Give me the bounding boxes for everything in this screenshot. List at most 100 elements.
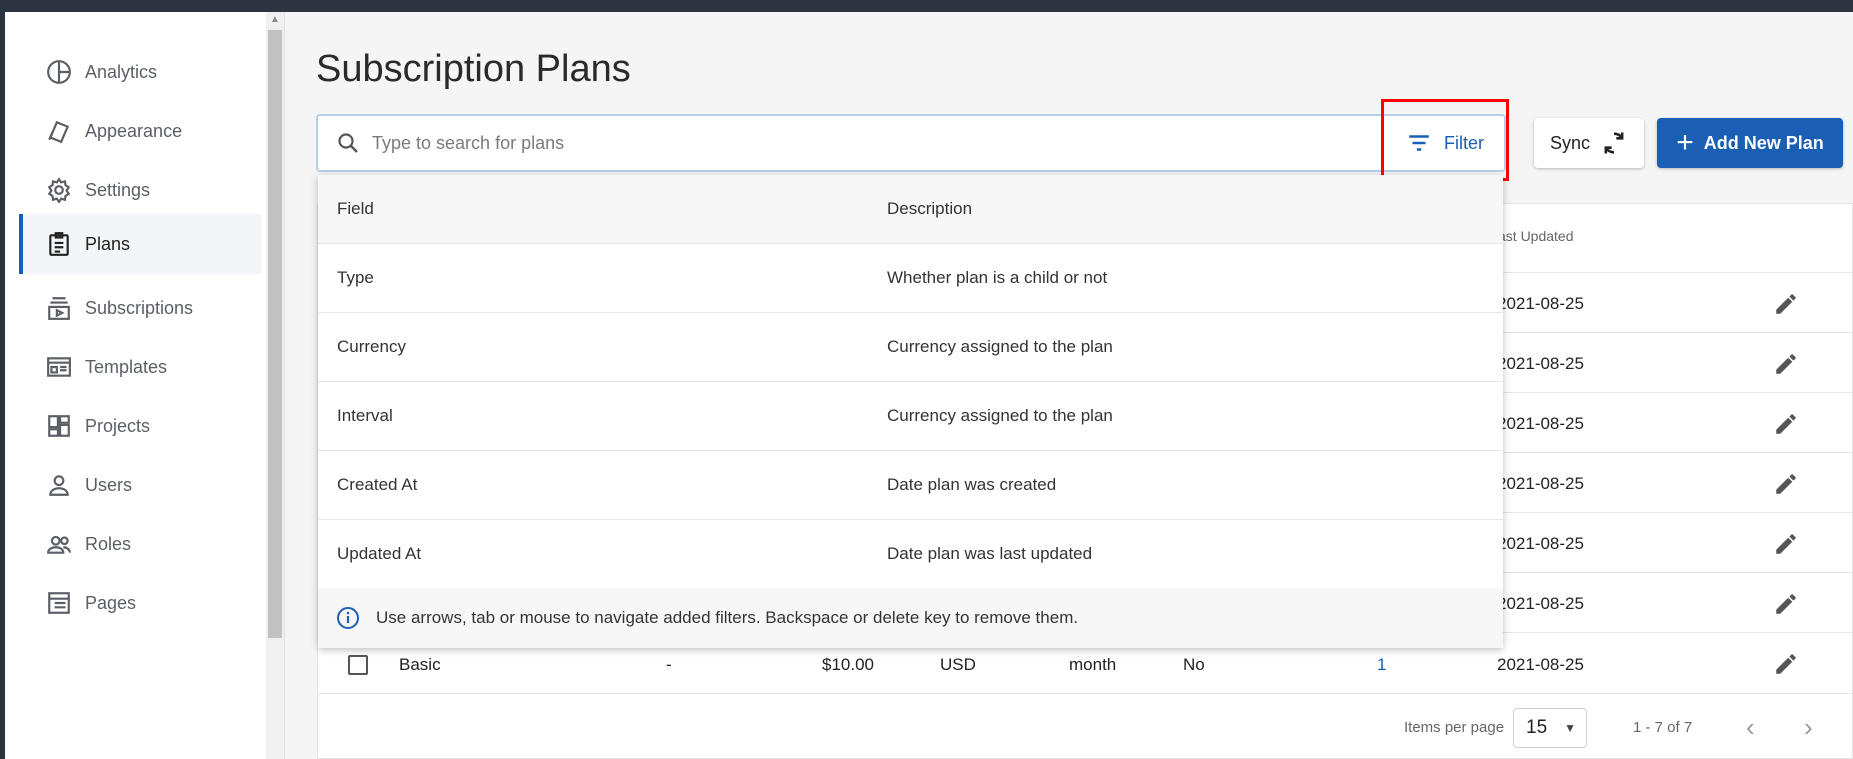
sidebar-item-label: Templates [85,356,168,377]
sidebar-item-settings[interactable]: Settings [19,160,261,220]
sidebar-item-plans[interactable]: Plans [19,214,261,274]
add-label: Add New Plan [1703,132,1824,153]
field-header: Field [337,199,374,218]
filter-dropdown: Field Description Type Whether plan is a… [318,175,1503,648]
filter-help-text: Use arrows, tab or mouse to navigate add… [376,608,1079,627]
filter-field: Created At [337,475,418,494]
search-input[interactable] [372,132,1272,154]
currency-cell: USD [940,655,976,674]
sidebar-item-roles[interactable]: Roles [19,514,261,574]
plus-icon: + [1676,126,1694,159]
sidebar-item-users[interactable]: Users [19,455,261,515]
appearance-icon [45,117,73,145]
filter-option[interactable]: Currency Currency assigned to the plan [318,313,1503,382]
count-cell[interactable]: 1 [1377,655,1386,675]
sidebar-item-label: Analytics [85,61,158,82]
page-range: 1 - 7 of 7 [1633,719,1693,736]
people-icon [45,530,73,558]
edit-icon[interactable] [1773,531,1799,557]
sync-icon [1604,132,1624,154]
last-updated-cell: 2021-08-25 [1497,594,1584,613]
items-per-page-value: 15 [1526,717,1548,738]
sidebar-item-label: Roles [85,533,132,554]
plan-name-cell: Basic [399,655,441,674]
last-updated-cell: 2021-08-25 [1497,294,1584,313]
last-updated-cell: 2021-08-25 [1497,414,1584,433]
child-cell: No [1183,655,1205,674]
page-title: Subscription Plans [316,48,631,90]
filter-description: Currency assigned to the plan [887,406,1113,425]
price-cell: $10.00 [822,655,874,674]
edit-icon[interactable] [1773,591,1799,617]
last-updated-cell: 2021-08-25 [1497,534,1584,553]
column-header-last-updated[interactable]: ast Updated [1498,228,1574,244]
filter-option[interactable]: Created At Date plan was created [318,451,1503,520]
sidebar-item-label: Appearance [85,120,183,141]
description-header: Description [887,199,973,218]
filter-option[interactable]: Type Whether plan is a child or not [318,244,1503,313]
parent-cell: - [666,655,672,674]
items-per-page-select[interactable]: 15 ▼ [1513,708,1587,748]
sidebar-item-projects[interactable]: Projects [19,396,261,456]
scrollbar-thumb[interactable] [268,30,282,638]
sync-button[interactable]: Sync [1534,118,1644,168]
sidebar: Analytics Appearance Settings Plans Subs… [0,12,268,759]
sidebar-item-label: Plans [85,233,131,254]
filter-option[interactable]: Updated At Date plan was last updated [318,520,1503,589]
search-icon [338,133,358,153]
filter-help-note: Use arrows, tab or mouse to navigate add… [318,588,1503,648]
sidebar-item-label: Settings [85,179,151,200]
sidebar-item-templates[interactable]: Templates [19,337,261,397]
scroll-up-arrow-icon[interactable]: ▲ [270,14,280,25]
filter-description: Date plan was last updated [887,544,1093,563]
divider [284,12,285,759]
analytics-icon [45,58,73,86]
sidebar-item-appearance[interactable]: Appearance [19,101,261,161]
edit-icon[interactable] [1773,351,1799,377]
last-updated-cell: 2021-08-25 [1497,655,1584,674]
interval-cell: month [1069,655,1117,674]
sidebar-item-label: Users [85,474,133,495]
previous-page-icon[interactable]: ‹ [1746,712,1755,743]
filter-table-header: Field Description [318,175,1503,244]
items-per-page-label: Items per page [1404,719,1505,736]
sync-label: Sync [1549,132,1591,153]
sidebar-item-analytics[interactable]: Analytics [19,42,261,102]
sidebar-item-subscriptions[interactable]: Subscriptions [19,278,261,338]
add-new-plan-button[interactable]: + Add New Plan [1657,118,1843,168]
sidebar-item-label: Projects [85,415,151,436]
filter-field: Type [337,268,374,287]
sidebar-item-label: Pages [85,592,137,613]
clipboard-icon [45,230,73,258]
sidebar-scrollbar[interactable]: ▲ [266,12,284,759]
filter-field: Currency [337,337,406,356]
filter-option[interactable]: Interval Currency assigned to the plan [318,382,1503,451]
pages-icon [45,589,73,617]
filter-field: Updated At [337,544,422,563]
chevron-down-icon: ▼ [1564,721,1576,735]
edit-icon[interactable] [1773,411,1799,437]
subscriptions-icon [45,294,73,322]
last-updated-cell: 2021-08-25 [1497,474,1584,493]
info-icon [337,607,359,629]
last-updated-cell: 2021-08-25 [1497,354,1584,373]
sidebar-item-label: Subscriptions [85,297,194,318]
search-bar[interactable] [316,114,1506,172]
row-checkbox[interactable] [348,655,368,675]
filter-description: Whether plan is a child or not [887,268,1108,287]
sidebar-item-pages[interactable]: Pages [19,573,261,633]
edit-icon[interactable] [1773,651,1799,677]
edit-icon[interactable] [1773,471,1799,497]
highlight-box [1381,99,1509,181]
pagination: Items per page 15 ▼ 1 - 7 of 7 ‹ › [318,693,1853,759]
dashboard-icon [45,412,73,440]
filter-field: Interval [337,406,393,425]
next-page-icon[interactable]: › [1804,712,1813,743]
gear-icon [45,176,73,204]
filter-description: Date plan was created [887,475,1057,494]
template-icon [45,353,73,381]
filter-description: Currency assigned to the plan [887,337,1113,356]
edit-icon[interactable] [1773,291,1799,317]
person-icon [45,471,73,499]
top-bar [0,0,1853,12]
